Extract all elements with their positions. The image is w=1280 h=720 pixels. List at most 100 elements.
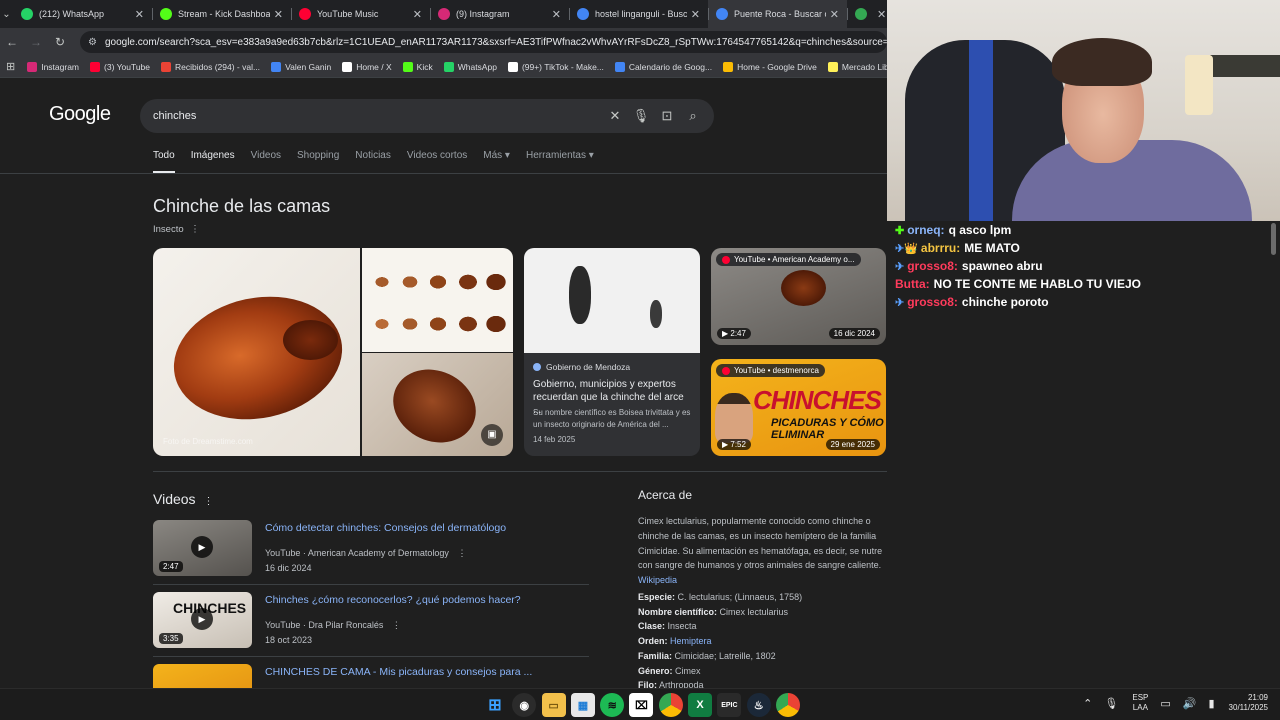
filter-videos-cortos[interactable]: Videos cortos bbox=[407, 150, 467, 173]
chat-username[interactable]: orneq: bbox=[907, 223, 944, 237]
mic-icon[interactable]: 🎙 bbox=[1104, 697, 1118, 710]
url-field[interactable]: ⚙ google.com/search?sca_esv=e383a9a9ed63… bbox=[80, 31, 887, 53]
tab-close-icon[interactable]: ✕ bbox=[830, 8, 839, 21]
browser-tab[interactable]: (212) WhatsApp ✕ bbox=[13, 0, 152, 28]
filter-noticias[interactable]: Noticias bbox=[355, 150, 391, 173]
fact-value[interactable]: Hemiptera bbox=[670, 636, 712, 646]
youtube-card-aad[interactable]: YouTube • American Academy o... ▶ 2:47 1… bbox=[711, 248, 886, 345]
display-icon[interactable]: ▭ bbox=[1160, 697, 1170, 710]
filter-shopping[interactable]: Shopping bbox=[297, 150, 339, 173]
video-thumbnail[interactable]: CHINCHES ▶ 3:35 bbox=[153, 592, 252, 648]
file-explorer-icon[interactable]: ▭ bbox=[541, 693, 566, 717]
browser-tab[interactable]: (9) Instagram ✕ bbox=[430, 0, 569, 28]
browser-tab[interactable]: LL✕ bbox=[847, 0, 887, 28]
play-icon[interactable]: ▶ bbox=[191, 608, 213, 630]
tab-close-icon[interactable]: ✕ bbox=[274, 8, 283, 21]
more-options-icon[interactable]: ⋮ bbox=[392, 620, 401, 630]
back-icon[interactable]: ← bbox=[0, 35, 24, 49]
google-logo[interactable]: Google bbox=[49, 103, 111, 126]
video-result[interactable]: CHINCHES ▶ 3:35 Chinches ¿cómo reconocer… bbox=[153, 592, 589, 652]
battery-icon[interactable]: ▮ bbox=[1208, 697, 1214, 710]
bookmark-favicon-icon bbox=[443, 61, 454, 72]
tab-search-icon[interactable]: ⌄ bbox=[0, 0, 13, 28]
video-title[interactable]: Cómo detectar chinches: Consejos del der… bbox=[265, 522, 506, 534]
mendoza-article-card[interactable]: Gobierno de Mendoza Gobierno, municipios… bbox=[524, 248, 700, 456]
epic-games-icon[interactable]: EPIC bbox=[717, 693, 742, 717]
bedbug-image-large[interactable]: Foto de Dreamstime.com bbox=[153, 248, 360, 456]
video-thumbnail[interactable]: ▶ 2:47 bbox=[153, 520, 252, 576]
spotify-icon[interactable]: ≋ bbox=[600, 693, 625, 717]
tab-close-icon[interactable]: ✕ bbox=[877, 8, 886, 21]
tab-close-icon[interactable]: ✕ bbox=[552, 8, 561, 21]
bookmark-item[interactable]: Recibidos (294) - val... bbox=[161, 61, 260, 72]
browser-tab[interactable]: hostel linganguli - Buscar ✕ bbox=[569, 0, 708, 28]
more-options-icon[interactable]: ⋮ bbox=[190, 224, 200, 235]
excel-icon[interactable]: X bbox=[688, 693, 713, 717]
video-result[interactable]: ▶ 2:47 Cómo detectar chinches: Consejos … bbox=[153, 520, 589, 580]
video-date: 18 oct 2023 bbox=[265, 635, 313, 645]
browser-tab[interactable]: Stream - Kick Dashboard ✕ bbox=[152, 0, 291, 28]
mic-icon[interactable]: 🎙 bbox=[628, 108, 654, 124]
filter-todo[interactable]: Todo bbox=[153, 150, 175, 173]
steam-icon[interactable]: ♨ bbox=[746, 693, 771, 717]
chrome-icon[interactable] bbox=[658, 693, 683, 717]
video-result[interactable]: CHINCHES DE CAMA - Mis picaduras y conse… bbox=[153, 664, 589, 688]
browser-tab[interactable]: YouTube Music ✕ bbox=[291, 0, 430, 28]
fact-key: Especie: bbox=[638, 592, 676, 602]
bookmark-item[interactable]: (3) YouTube bbox=[90, 61, 150, 72]
video-duration: 2:47 bbox=[159, 561, 183, 572]
forward-icon[interactable]: → bbox=[24, 35, 48, 49]
bookmark-item[interactable]: Calendario de Goog... bbox=[614, 61, 712, 72]
chat-scrollbar[interactable] bbox=[1271, 223, 1276, 255]
bookmark-item[interactable]: Valen Ganin bbox=[271, 61, 331, 72]
bookmark-item[interactable]: Instagram bbox=[27, 61, 79, 72]
language-indicator[interactable]: ESP LAA bbox=[1132, 693, 1148, 713]
chevron-up-icon[interactable]: ⌃ bbox=[1083, 697, 1092, 710]
filter-videos[interactable]: Videos bbox=[251, 150, 281, 173]
search-box[interactable]: chinches ✕ 🎙 ⊡ ⌕ bbox=[140, 99, 714, 133]
chat-username[interactable]: grosso8: bbox=[907, 259, 958, 273]
clock[interactable]: 21:09 30/11/2025 bbox=[1229, 693, 1268, 713]
obs-icon[interactable]: ◉ bbox=[512, 693, 537, 717]
bedbug-closeup-image[interactable]: ▣ bbox=[362, 353, 513, 456]
chat-username[interactable]: abrrru: bbox=[921, 241, 960, 255]
bookmark-item[interactable]: (99+) TikTok - Make... bbox=[507, 61, 604, 72]
chat-username[interactable]: grosso8: bbox=[907, 295, 958, 309]
browser-tab[interactable]: Puente Roca - Buscar co ✕ bbox=[708, 0, 847, 28]
tab-close-icon[interactable]: ✕ bbox=[135, 8, 144, 21]
video-title[interactable]: Chinches ¿cómo reconocerlos? ¿qué podemo… bbox=[265, 594, 521, 606]
tab-favicon-icon bbox=[855, 8, 867, 20]
search-query[interactable]: chinches bbox=[153, 110, 602, 122]
video-title[interactable]: CHINCHES DE CAMA - Mis picaduras y conse… bbox=[265, 666, 532, 678]
tab-close-icon[interactable]: ✕ bbox=[691, 8, 700, 21]
filter-imagenes[interactable]: Imágenes bbox=[191, 150, 235, 173]
more-options-icon[interactable]: ⋮ bbox=[457, 548, 466, 558]
volume-icon[interactable]: 🔊 bbox=[1183, 697, 1197, 710]
bookmark-item[interactable]: Home / X bbox=[342, 61, 392, 72]
video-thumbnail[interactable] bbox=[153, 664, 252, 688]
reload-icon[interactable]: ↻ bbox=[48, 35, 72, 49]
bookmark-item[interactable]: Kick bbox=[402, 61, 433, 72]
play-icon[interactable]: ▶ bbox=[191, 536, 213, 558]
more-options-icon[interactable]: ⋮ bbox=[203, 496, 213, 507]
bookmark-item[interactable]: Home - Google Drive bbox=[723, 61, 817, 72]
image-gallery-icon[interactable]: ▣ bbox=[481, 424, 503, 446]
capcut-icon[interactable]: ⌧ bbox=[629, 693, 654, 717]
clear-icon[interactable]: ✕ bbox=[602, 108, 628, 124]
start-icon[interactable]: ⊞ bbox=[483, 693, 507, 717]
store-icon[interactable]: ▦ bbox=[570, 693, 595, 717]
bookmark-item[interactable]: WhatsApp bbox=[443, 61, 497, 72]
search-icon[interactable]: ⌕ bbox=[680, 108, 706, 124]
youtube-card-destmenorca[interactable]: CHINCHES PICADURAS Y CÓMO ELIMINAR YouTu… bbox=[711, 359, 886, 456]
tab-close-icon[interactable]: ✕ bbox=[413, 8, 422, 21]
chat-username[interactable]: Butta: bbox=[895, 277, 930, 291]
wikipedia-link[interactable]: Wikipedia bbox=[638, 575, 677, 585]
bookmark-item[interactable]: Mercado Libre Arge bbox=[827, 61, 887, 72]
filter-mas[interactable]: Más ▾ bbox=[483, 150, 510, 173]
filter-herramientas[interactable]: Herramientas ▾ bbox=[526, 150, 594, 173]
lens-icon[interactable]: ⊡ bbox=[654, 108, 680, 124]
bedbug-lifecycle-chart-image[interactable] bbox=[362, 248, 513, 352]
site-info-icon[interactable]: ⚙ bbox=[88, 37, 97, 48]
apps-grid-icon[interactable]: ⊞ bbox=[6, 60, 15, 73]
chrome-icon[interactable] bbox=[775, 693, 800, 717]
